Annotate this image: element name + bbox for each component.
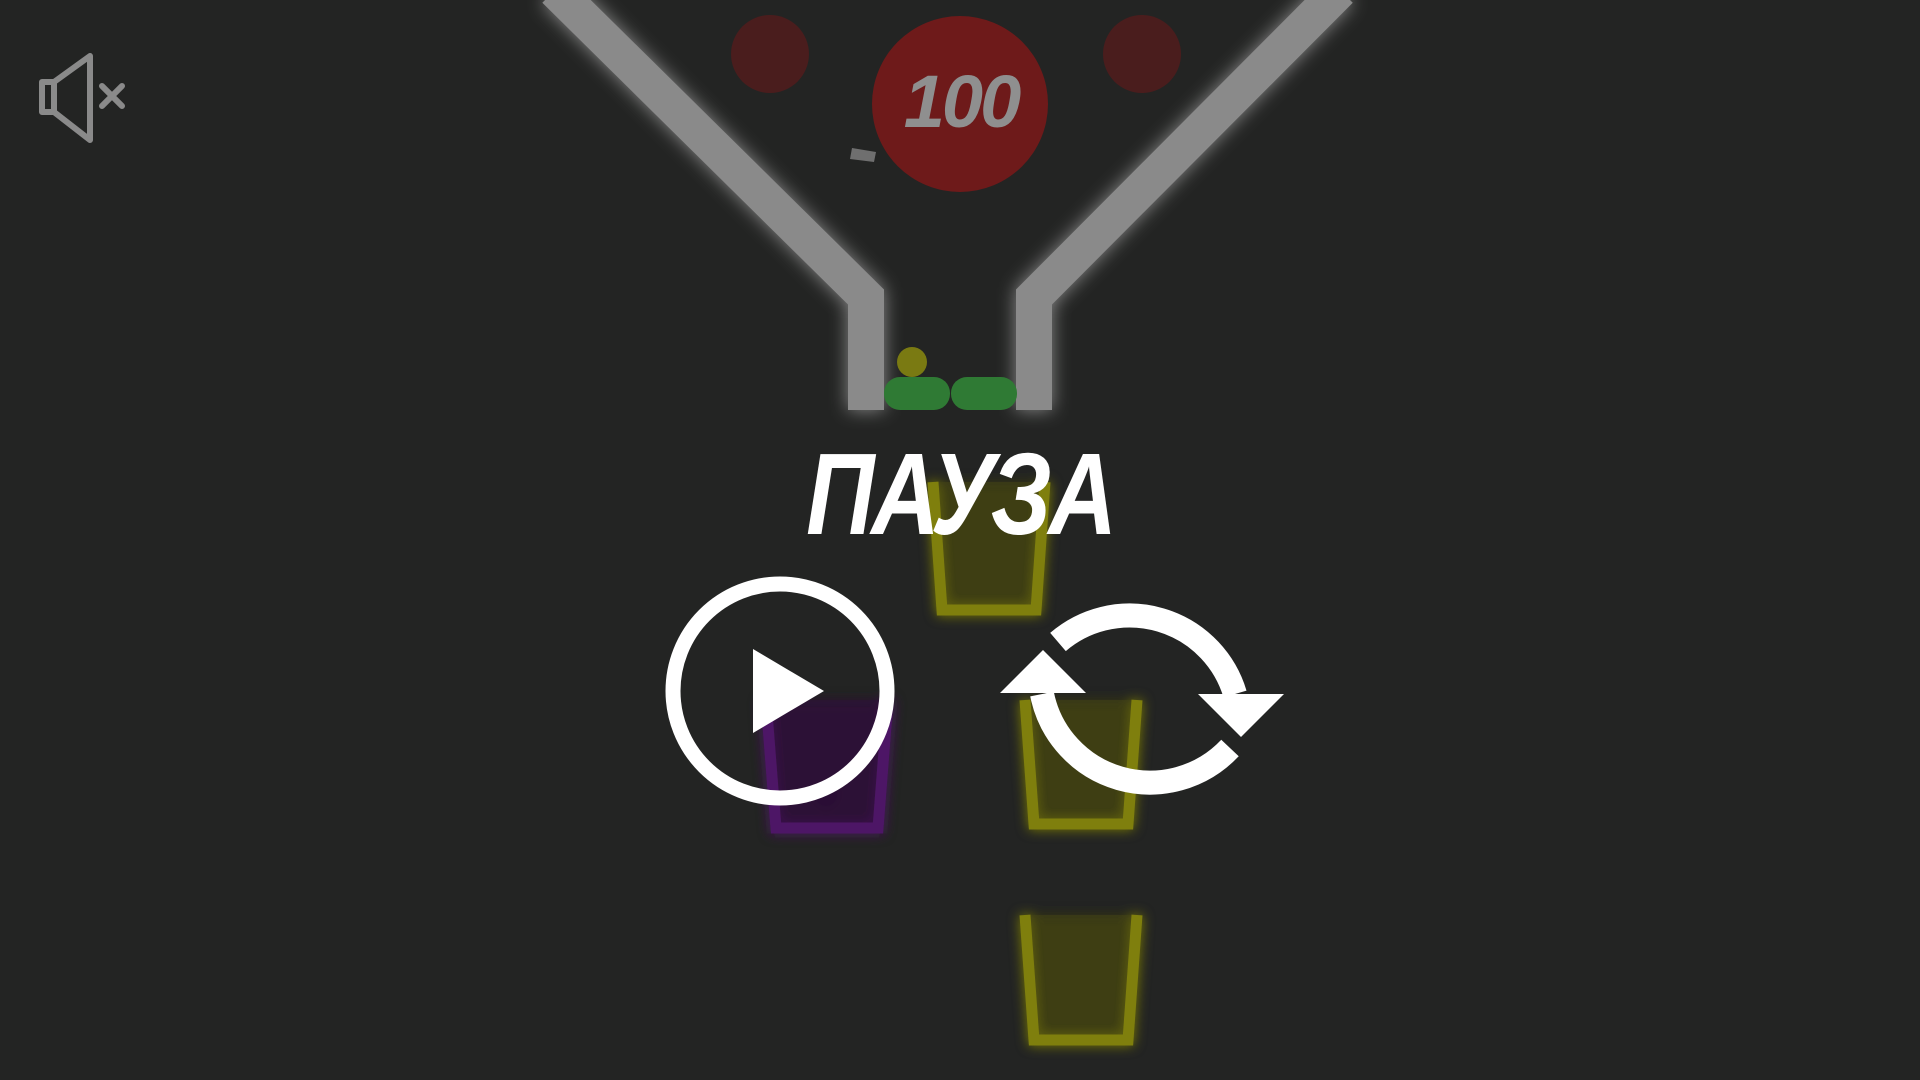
restart-icon xyxy=(1000,603,1284,795)
gate-left xyxy=(884,377,950,410)
play-icon xyxy=(753,649,824,733)
debris-shard xyxy=(850,148,876,162)
score-display: 100 xyxy=(903,60,1021,143)
speaker-muted-icon[interactable] xyxy=(38,52,134,144)
restart-button[interactable] xyxy=(1000,574,1290,814)
funnel-right-wall xyxy=(1016,0,1353,410)
game-stage: 100 ПАУЗА xyxy=(0,0,1920,1080)
gate-right xyxy=(951,377,1017,410)
pause-title: ПАУЗА xyxy=(806,429,1117,559)
side-ball-right xyxy=(1103,15,1181,93)
yellow-ball xyxy=(897,347,927,377)
side-ball-left xyxy=(731,15,809,93)
resume-button[interactable] xyxy=(664,575,896,807)
cup-bottom xyxy=(1019,914,1143,1046)
funnel-left-wall xyxy=(542,0,884,410)
